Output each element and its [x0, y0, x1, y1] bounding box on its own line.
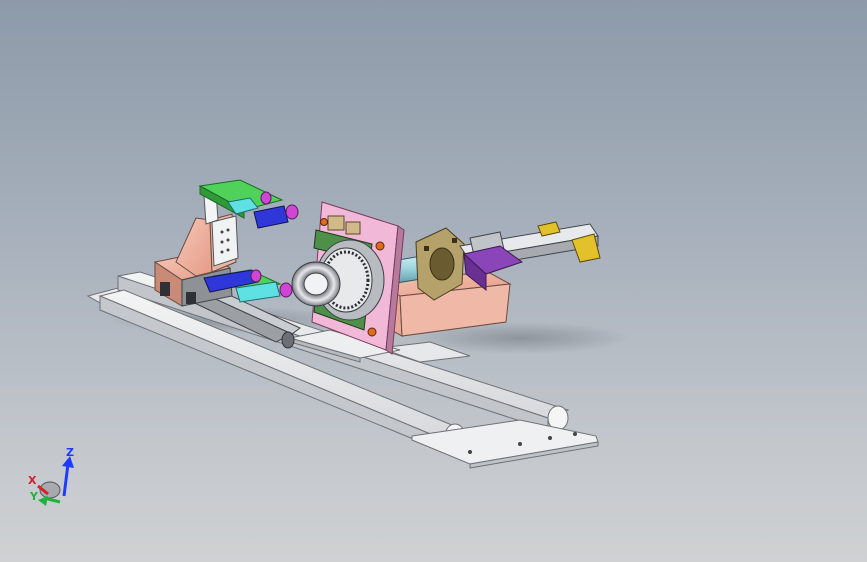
x-axis-label: X	[28, 474, 37, 487]
clamp-ring-bore	[303, 272, 329, 296]
magenta-pad	[250, 269, 262, 283]
orange-bolt	[320, 218, 328, 226]
flange-bore	[429, 247, 455, 281]
slot-hole	[220, 240, 224, 244]
bolt	[424, 246, 429, 251]
orange-bolt	[375, 241, 385, 251]
bolt	[452, 238, 457, 243]
y-axis-arrow	[38, 496, 48, 506]
coordinate-triad[interactable]: Z X Y	[28, 446, 74, 506]
y-axis-label: Y	[29, 490, 39, 503]
tan-block	[327, 215, 345, 231]
z-axis	[62, 463, 70, 497]
magenta-pad	[279, 282, 293, 298]
right-linear-module[interactable]	[459, 221, 601, 292]
slotted-plate[interactable]	[211, 215, 239, 267]
actuator-end	[281, 331, 295, 349]
bolt-hole	[468, 450, 472, 454]
magenta-pad	[285, 204, 299, 220]
z-axis-label: Z	[66, 446, 74, 459]
rotary-chuck[interactable]	[291, 239, 385, 321]
slot-hole	[226, 228, 230, 232]
cad-model-render[interactable]: Z X Y	[0, 0, 867, 562]
sensor-block	[160, 282, 170, 296]
3d-viewport[interactable]: Z X Y	[0, 0, 867, 562]
tan-block	[345, 221, 361, 235]
slot-hole	[226, 238, 230, 242]
magenta-pad	[260, 191, 272, 205]
bolt-hole	[548, 436, 552, 440]
slot-hole	[226, 248, 230, 252]
orange-bolt	[367, 327, 377, 337]
sensor-block	[186, 292, 196, 304]
bolt-hole	[518, 442, 522, 446]
slot-hole	[220, 250, 224, 254]
blue-jaw[interactable]	[253, 205, 289, 229]
bolt-hole	[573, 432, 577, 436]
slot-hole	[220, 230, 224, 234]
